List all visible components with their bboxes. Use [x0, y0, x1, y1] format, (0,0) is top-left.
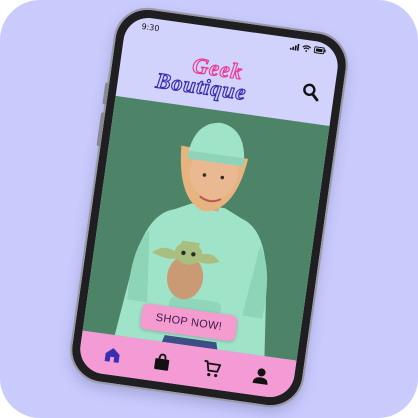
status-icons	[289, 43, 327, 55]
cart-icon	[204, 359, 222, 378]
search-button[interactable]	[301, 82, 321, 102]
hero-banner: SHOP NOW!	[82, 95, 330, 361]
battery-icon	[313, 46, 326, 55]
geek-boutique-logo[interactable]: Geek Boutique	[154, 48, 280, 112]
home-icon	[104, 348, 120, 363]
wifi-icon	[302, 45, 312, 52]
app-mockup-card: 9:30 Geek Boutique SHOP NOW!	[0, 0, 418, 418]
status-time: 9:30	[140, 21, 160, 34]
nav-profile[interactable]	[249, 363, 274, 388]
shopping-bag-icon	[154, 353, 170, 371]
nav-home[interactable]	[100, 343, 125, 368]
search-icon	[303, 83, 319, 102]
signal-icon	[289, 43, 300, 51]
phone-mockup: 9:30 Geek Boutique SHOP NOW!	[68, 5, 350, 410]
profile-icon	[252, 368, 268, 385]
nav-shop[interactable]	[150, 350, 175, 375]
nav-cart[interactable]	[199, 357, 224, 382]
